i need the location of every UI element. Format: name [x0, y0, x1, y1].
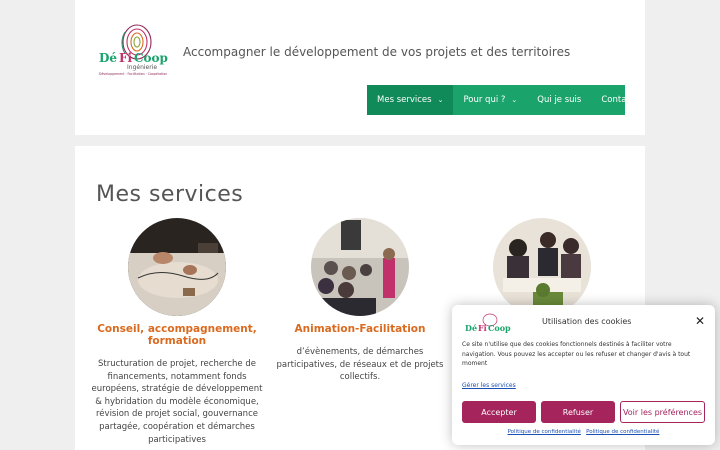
nav-label: Pour qui ?: [463, 95, 506, 105]
svg-text:Dé: Dé: [99, 51, 117, 65]
nav-label: Qui je suis: [537, 95, 582, 105]
svg-text:Dé: Dé: [465, 323, 477, 333]
site-header: Dé Fi Coop Ingénierie Développement · Fa…: [75, 0, 645, 135]
service-image-third[interactable]: [493, 218, 591, 316]
privacy-policy-link[interactable]: Politique de confidentialité: [508, 429, 581, 435]
nav-item-contact[interactable]: Contact: [591, 85, 644, 115]
service-card-animation: Animation-Facilitation d’évènements, de …: [270, 218, 450, 384]
chevron-down-icon: ⌄: [511, 96, 518, 104]
close-icon[interactable]: ✕: [695, 314, 705, 328]
nav-label: Mes services: [377, 95, 432, 105]
svg-text:Fi: Fi: [119, 51, 133, 65]
main-navigation: Mes services ⌄ Pour qui ? ⌄ Qui je suis …: [367, 85, 634, 115]
cookie-logo: Dé Fi Coop: [464, 313, 512, 335]
service-description: Structuration de projet, recherche de fi…: [91, 359, 263, 445]
service-image-conseil[interactable]: [128, 218, 226, 316]
site-tagline: Accompagner le développement de vos proj…: [183, 45, 571, 59]
cookie-footer: Politique de confidentialité Politique d…: [452, 429, 715, 435]
privacy-policy-link-2[interactable]: Politique de confidentialité: [586, 429, 659, 435]
cookie-text: Ce site n'utilise que des cookies foncti…: [462, 341, 691, 367]
svg-text:Coop: Coop: [488, 323, 511, 333]
chevron-down-icon: ⌄: [437, 96, 444, 104]
page-title: Mes services: [96, 182, 244, 207]
preferences-button[interactable]: Voir les préférences: [620, 401, 705, 423]
refuse-button[interactable]: Refuser: [541, 401, 615, 423]
svg-text:Fi: Fi: [478, 323, 487, 333]
svg-text:Développement · Facilitation ·: Développement · Facilitation · Coopérati…: [99, 72, 167, 76]
nav-item-qui-je-suis[interactable]: Qui je suis: [527, 85, 591, 115]
site-logo[interactable]: Dé Fi Coop Ingénierie Développement · Fa…: [97, 20, 169, 82]
service-image-animation[interactable]: [311, 218, 409, 316]
cookie-title: Utilisation des cookies: [542, 317, 632, 326]
manage-services-link[interactable]: Gérer les services: [462, 382, 516, 389]
nav-item-mes-services[interactable]: Mes services ⌄: [367, 85, 454, 115]
nav-item-pour-qui[interactable]: Pour qui ? ⌄: [453, 85, 527, 115]
nav-label: Contact: [601, 95, 635, 105]
service-description: d’évènements, de démarches participative…: [276, 347, 444, 383]
svg-text:Ingénierie: Ingénierie: [127, 64, 157, 71]
accept-button[interactable]: Accepter: [462, 401, 536, 423]
svg-text:Coop: Coop: [134, 51, 168, 65]
cookie-consent-banner: Dé Fi Coop Utilisation des cookies ✕ Ce …: [452, 305, 715, 445]
service-card-third: [452, 218, 632, 316]
service-title[interactable]: Conseil, accompagnement, formation: [87, 323, 267, 347]
service-title[interactable]: Animation-Facilitation: [270, 323, 450, 335]
service-card-conseil: Conseil, accompagnement, formation Struc…: [87, 218, 267, 446]
